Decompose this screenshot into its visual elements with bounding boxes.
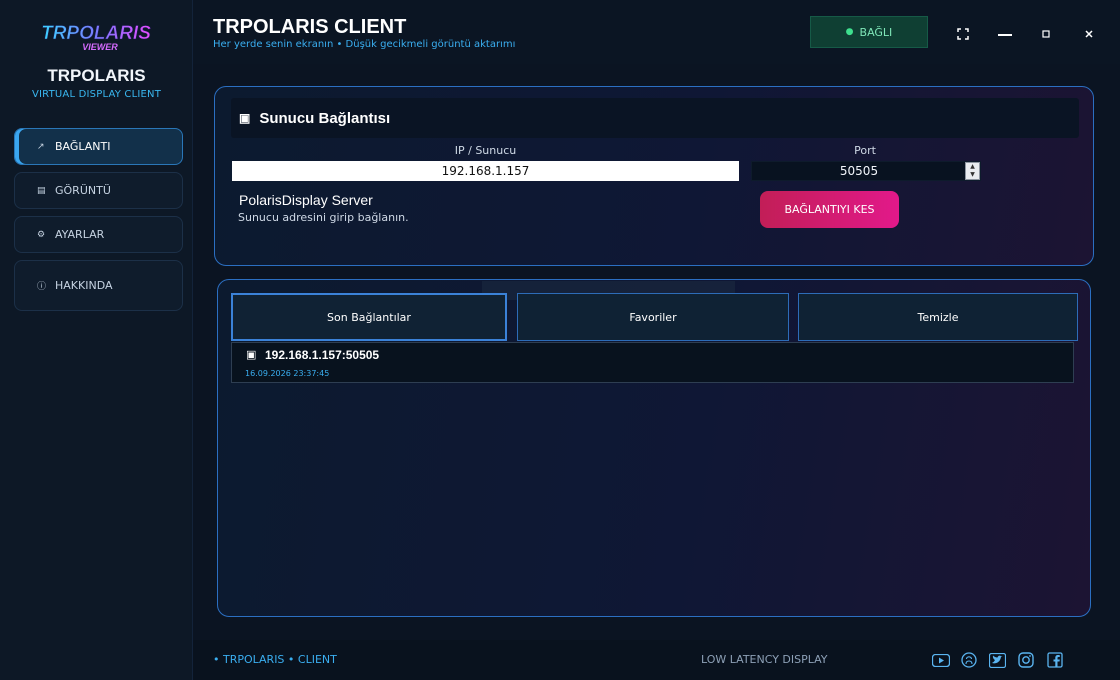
history-panel: Son Bağlantılar Favoriler Temizle ▣ 192.… xyxy=(217,279,1091,617)
svg-text:TRPOLARIS: TRPOLARIS xyxy=(41,23,151,44)
tab-son-baglantilar[interactable]: Son Bağlantılar xyxy=(231,293,507,341)
gear-icon: ⚙ xyxy=(37,229,46,240)
app-logo: TRPOLARIS VIEWER xyxy=(26,22,166,54)
connection-status-badge: ● BAĞLI xyxy=(810,16,928,48)
sidebar-item-label: AYARLAR xyxy=(55,228,105,241)
panel-heading: ▣ Sunucu Bağlantısı xyxy=(231,98,1079,138)
info-icon: ⓘ xyxy=(37,282,47,292)
monitor-icon: ▣ xyxy=(246,348,257,361)
record-time: 16.09.2026 23:37:45 xyxy=(245,369,330,378)
disconnect-button[interactable]: BAĞLANTIYI KES xyxy=(760,191,899,228)
minimize-button[interactable] xyxy=(991,20,1019,48)
monitor-icon: ▣ xyxy=(239,111,251,125)
list-item[interactable]: ▣ 192.168.1.157:50505 16.09.2026 23:37:4… xyxy=(231,342,1074,383)
port-label: Port xyxy=(854,144,876,157)
sidebar-item-ayarlar[interactable]: ⚙ AYARLAR xyxy=(14,216,183,253)
spin-up-icon[interactable]: ▲ xyxy=(966,163,979,171)
maximize-icon xyxy=(1042,30,1050,38)
instagram-icon[interactable] xyxy=(1017,652,1035,668)
svg-text:VIEWER: VIEWER xyxy=(82,42,118,52)
fullscreen-button[interactable] xyxy=(949,20,977,48)
status-label: BAĞLI xyxy=(859,25,893,39)
fullscreen-icon xyxy=(957,28,969,40)
sidebar-item-baglanti[interactable]: ↗ BAĞLANTI xyxy=(14,128,183,165)
server-connection-panel: ▣ Sunucu Bağlantısı IP / Sunucu Port 505… xyxy=(214,86,1094,266)
app-subtitle: Her yerde senin ekranın • Düşük gecikmel… xyxy=(213,39,516,50)
close-icon xyxy=(1085,30,1093,38)
sidebar-item-hakkinda[interactable]: ⓘ HAKKINDA xyxy=(14,260,183,311)
monitor-icon: ▤ xyxy=(37,185,46,196)
close-button[interactable] xyxy=(1075,20,1103,48)
brand-subtitle: VIRTUAL DISPLAY CLIENT xyxy=(31,89,162,100)
arrow-icon: ↗ xyxy=(37,141,45,152)
sidebar-item-label: BAĞLANTI xyxy=(55,140,111,153)
footer: • TRPOLARIS • CLIENT LOW LATENCY DISPLAY xyxy=(193,640,1120,680)
port-value: 50505 xyxy=(839,164,879,178)
spin-down-icon[interactable]: ▼ xyxy=(966,171,979,179)
record-address: 192.168.1.157:50505 xyxy=(265,348,380,362)
tab-favoriler[interactable]: Favoriler xyxy=(517,293,789,341)
status-dot-icon: ● xyxy=(845,27,854,37)
tab-temizle[interactable]: Temizle xyxy=(798,293,1078,341)
port-spinner[interactable]: ▲ ▼ xyxy=(965,162,980,180)
maximize-button[interactable] xyxy=(1032,20,1060,48)
sidebar-item-label: HAKKINDA xyxy=(55,279,113,292)
panel-heading-label: Sunucu Bağlantısı xyxy=(259,109,391,127)
ip-label: IP / Sunucu xyxy=(454,144,517,157)
minimize-icon xyxy=(998,34,1012,36)
sidebar-item-label: GÖRÜNTÜ xyxy=(55,184,111,197)
sidebar: TRPOLARIS VIEWER TRPOLARIS VIRTUAL DISPL… xyxy=(0,0,193,680)
facebook-icon[interactable] xyxy=(1046,652,1064,668)
youtube-icon[interactable] xyxy=(932,652,950,668)
github-icon[interactable] xyxy=(960,652,978,668)
app-title: TRPOLARIS CLIENT xyxy=(213,16,407,38)
header: TRPOLARIS CLIENT Her yerde senin ekranın… xyxy=(193,0,1120,64)
server-hint: Sunucu adresini girip bağlanın. xyxy=(238,211,409,224)
sidebar-item-goruntu[interactable]: ▤ GÖRÜNTÜ xyxy=(14,172,183,209)
brand-title: TRPOLARIS xyxy=(47,66,146,85)
port-input[interactable]: 50505 ▲ ▼ xyxy=(751,161,981,181)
ip-input[interactable] xyxy=(232,161,739,181)
twitter-icon[interactable] xyxy=(988,652,1006,668)
server-name: PolarisDisplay Server xyxy=(239,192,373,208)
footer-brand: • TRPOLARIS • CLIENT xyxy=(213,653,337,666)
footer-tagline: LOW LATENCY DISPLAY xyxy=(701,653,828,666)
